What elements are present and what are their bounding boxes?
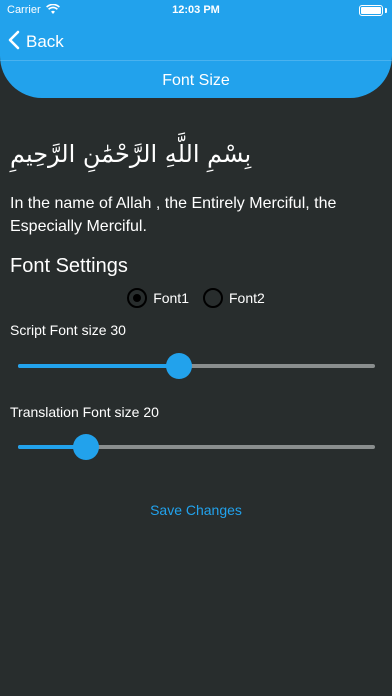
font-radio-group: Font1 Font2 [0,288,392,308]
save-changes-button[interactable]: Save Changes [0,502,392,518]
arabic-verse: بِسْمِ اللَّهِ الرَّحْمَٰنِ الرَّحِيمِ [10,140,252,168]
slider-track-fill [18,364,179,368]
slider-thumb[interactable] [165,353,192,379]
font-settings-title: Font Settings [10,255,128,277]
radio-font1[interactable]: Font1 [127,288,189,308]
script-font-size-label: Script Font size 30 [10,322,126,338]
back-button[interactable]: Back [8,28,64,56]
battery-icon [359,5,383,16]
battery-cap [385,8,387,13]
translation-font-size-slider[interactable] [18,433,375,461]
radio-font2-label: Font2 [229,290,265,306]
status-bar: Carrier 12:03 PM [0,0,392,22]
script-font-size-slider[interactable] [18,352,375,380]
header: Carrier 12:03 PM Back Font Size [0,0,392,98]
radio-checked-icon[interactable] [127,288,148,308]
slider-thumb[interactable] [72,434,99,460]
translation-text: In the name of Allah , the Entirely Merc… [10,195,337,235]
nav-divider [0,60,392,61]
radio-font2[interactable]: Font2 [203,288,265,308]
translation-font-size-label: Translation Font size 20 [10,404,159,420]
page-title: Font Size [162,72,230,89]
status-time: 12:03 PM [172,4,220,16]
radio-unchecked-icon[interactable] [203,288,223,308]
nav-bar: Back [0,24,392,60]
back-label: Back [26,32,64,51]
chevron-left-icon [8,30,20,55]
radio-font1-label: Font1 [153,290,189,306]
